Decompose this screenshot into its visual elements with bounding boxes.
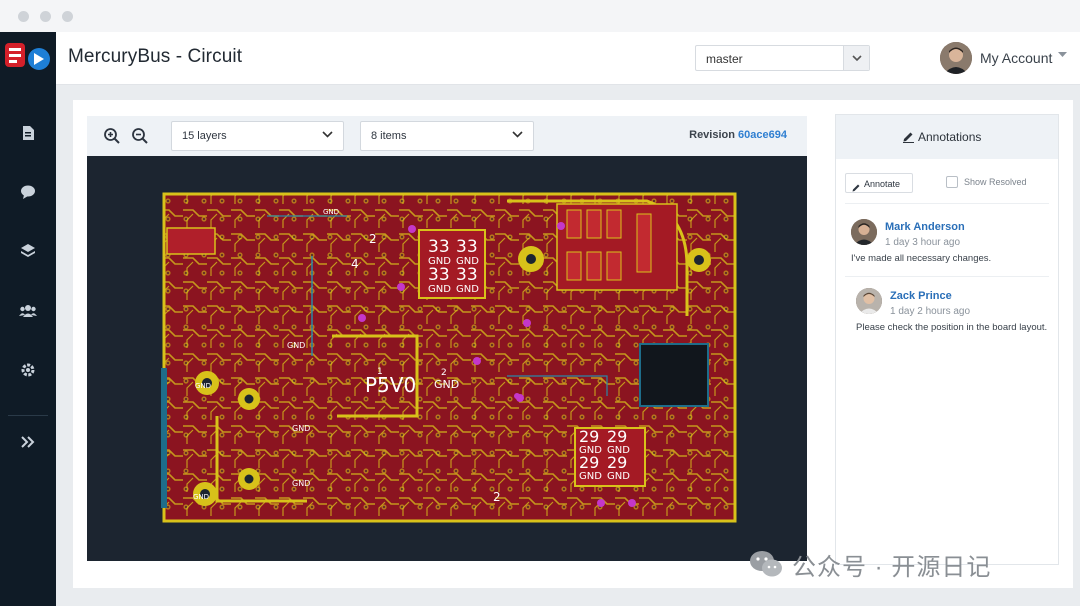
- silk-label-gnd-e: GND: [456, 284, 479, 295]
- annotations-divider: [845, 276, 1049, 277]
- annotate-button[interactable]: Annotate: [845, 173, 913, 193]
- account-menu[interactable]: My Account: [980, 50, 1052, 66]
- silk-label-two-b: 2: [369, 232, 377, 246]
- comment-time: 1 day 2 hours ago: [890, 306, 971, 317]
- show-resolved-label: Show Resolved: [964, 177, 1027, 187]
- items-select[interactable]: 8 items: [360, 121, 534, 151]
- silk-label-gnd-d: GND: [428, 284, 451, 295]
- show-resolved-checkbox[interactable]: [946, 176, 958, 188]
- expand-icon[interactable]: [18, 432, 38, 452]
- silk-label-gnd-h: GND: [579, 471, 602, 482]
- header: MercuryBus - Circuit master My Account: [56, 32, 1080, 85]
- watermark: 公众号 · 开源日记: [748, 545, 991, 583]
- window-chrome: [0, 0, 1080, 32]
- avatar[interactable]: [851, 219, 877, 245]
- silk-label-gnd-o: GND: [323, 208, 339, 216]
- annotations-header: Annotations: [836, 115, 1058, 159]
- gear-icon[interactable]: [18, 360, 38, 380]
- branch-select-value: master: [706, 52, 743, 66]
- silk-label-two-c: 2: [493, 490, 501, 504]
- layers-select-value: 15 layers: [182, 130, 227, 142]
- pcb-board-drawing: P5V0 1 2 GND 2 4 2 33 33 GND GND 33 33 G…: [161, 192, 737, 523]
- revision-hash-link[interactable]: 60ace694: [738, 129, 787, 141]
- items-select-value: 8 items: [371, 130, 407, 142]
- silk-label-gnd-i: GND: [607, 471, 630, 482]
- document-icon[interactable]: [18, 123, 38, 143]
- wechat-icon: [750, 551, 782, 577]
- silk-label-gnd-l: GND: [292, 479, 310, 488]
- layers-select[interactable]: 15 layers: [171, 121, 344, 151]
- circuit-card: 15 layers 8 items Revision 60ace694 P5V0…: [73, 100, 1073, 588]
- chevron-down-icon: [322, 131, 333, 138]
- window-dot-maximize[interactable]: [62, 11, 73, 22]
- sidebar: [0, 32, 56, 606]
- silk-label-29-c: 29: [579, 453, 599, 472]
- pcb-canvas[interactable]: P5V0 1 2 GND 2 4 2 33 33 GND GND 33 33 G…: [87, 156, 807, 561]
- silk-label-gnd-k: GND: [292, 424, 310, 433]
- annotations-divider: [845, 203, 1049, 204]
- silk-label-gnd-n: GND: [193, 493, 209, 501]
- silk-label-33-a: 33: [428, 237, 450, 257]
- board-toolbar: 15 layers 8 items Revision 60ace694: [87, 116, 807, 156]
- revision-label: Revision: [689, 129, 735, 141]
- comment-text: I've made all necessary changes.: [851, 253, 992, 264]
- silk-label-33-b: 33: [456, 237, 478, 257]
- silk-label-four: 4: [351, 257, 359, 271]
- window-dot-minimize[interactable]: [40, 11, 51, 22]
- sidebar-divider: [8, 415, 48, 416]
- layers-icon[interactable]: [18, 241, 38, 261]
- silk-label-33-c: 33: [428, 265, 450, 285]
- page-title: MercuryBus - Circuit: [68, 46, 243, 67]
- branch-select[interactable]: master: [695, 45, 870, 71]
- chevron-down-icon: [512, 131, 523, 138]
- chevron-down-icon[interactable]: [843, 46, 869, 70]
- annotations-panel: Annotations Annotate Show Resolved Mark …: [835, 114, 1059, 565]
- chevron-down-icon[interactable]: [1058, 52, 1067, 58]
- silk-label-gnd-j: GND: [287, 341, 305, 350]
- zoom-out-icon[interactable]: [131, 127, 149, 145]
- silk-label-33-d: 33: [456, 265, 478, 285]
- silk-label-two-a: 2: [441, 368, 447, 378]
- window-dot-close[interactable]: [18, 11, 29, 22]
- silk-label-29-b: 29: [607, 427, 627, 446]
- silk-label-p5v0: P5V0: [365, 373, 416, 397]
- comment-text: Please check the position in the board l…: [856, 322, 1048, 333]
- comment-author[interactable]: Mark Anderson: [885, 221, 965, 233]
- avatar[interactable]: [940, 42, 972, 74]
- silk-label-29-a: 29: [579, 427, 599, 446]
- pencil-icon: [903, 132, 914, 143]
- annotate-button-label: Annotate: [864, 179, 901, 189]
- watermark-text: 公众号 · 开源日记: [792, 553, 992, 581]
- comment-author[interactable]: Zack Prince: [890, 290, 952, 302]
- silk-label-29-d: 29: [607, 453, 627, 472]
- comment-time: 1 day 3 hour ago: [885, 237, 961, 248]
- zoom-in-icon[interactable]: [103, 127, 121, 145]
- pencil-icon: [852, 179, 861, 197]
- annotations-title: Annotations: [918, 130, 982, 144]
- chat-icon[interactable]: [18, 182, 38, 202]
- revision-info: Revision 60ace694: [689, 129, 787, 141]
- avatar[interactable]: [856, 288, 882, 314]
- silk-label-gnd-a: GND: [434, 378, 459, 391]
- silk-label-one: 1: [377, 367, 383, 377]
- app-logo[interactable]: [3, 39, 53, 73]
- silk-label-gnd-m: GND: [195, 382, 211, 390]
- team-icon[interactable]: [18, 301, 38, 321]
